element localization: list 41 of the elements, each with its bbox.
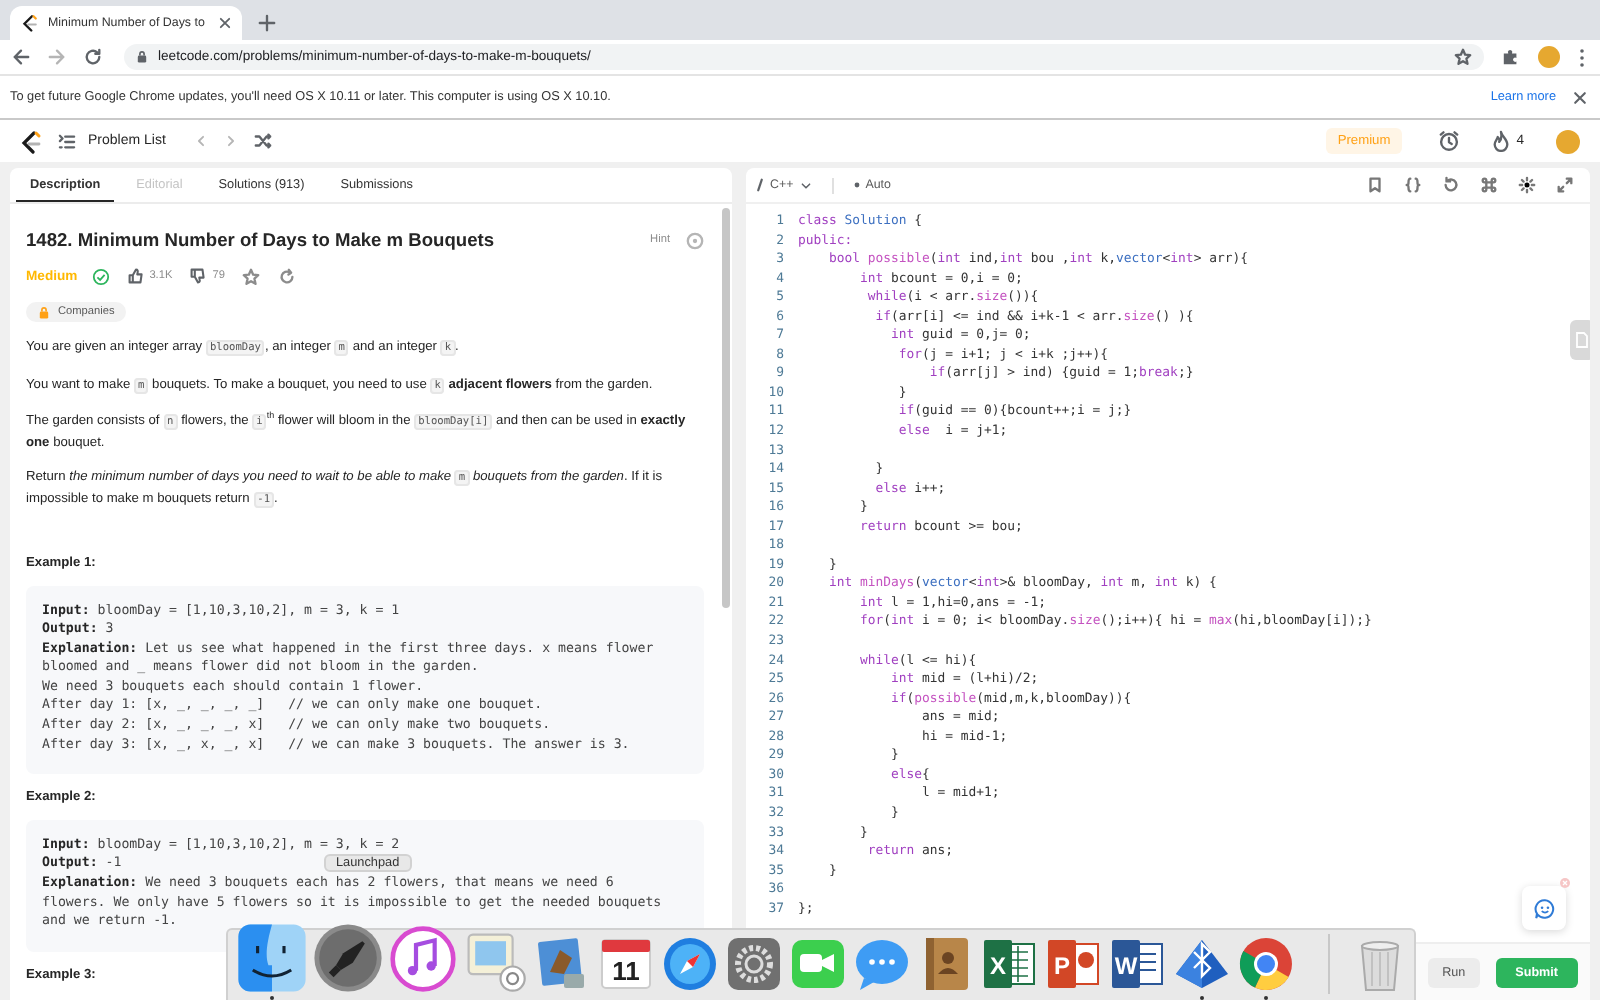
smiling-face-icon[interactable] [236, 922, 308, 994]
star-icon[interactable] [1454, 48, 1472, 66]
photos-stack-icon[interactable] [462, 928, 528, 994]
expand-icon[interactable] [1556, 176, 1574, 194]
smiley-face-icon [1533, 897, 1555, 919]
calendar-icon[interactable]: 11 [596, 934, 656, 994]
more-menu-icon[interactable] [1578, 47, 1586, 67]
reset-icon[interactable] [1442, 176, 1460, 194]
list-icon [58, 133, 76, 149]
lock-icon [136, 50, 148, 64]
problem-title: 1482. Minimum Number of Days to Make m Bouquets [26, 232, 495, 251]
scrollbar-thumb[interactable] [722, 208, 730, 608]
reload-icon[interactable] [84, 48, 102, 66]
rocket-icon[interactable] [312, 922, 384, 994]
dot-icon [853, 182, 860, 188]
close-icon[interactable] [1572, 89, 1588, 105]
music-note-icon[interactable] [388, 924, 458, 994]
back-arrow-icon[interactable] [12, 48, 30, 66]
feedback-button[interactable] [1522, 886, 1566, 930]
shuffle-icon[interactable] [253, 132, 272, 150]
chevron-down-icon [799, 179, 812, 191]
flame-icon[interactable] [1492, 130, 1511, 152]
braces-icon[interactable] [1404, 176, 1422, 194]
gear-icon[interactable] [724, 934, 784, 994]
star-icon[interactable] [242, 267, 261, 286]
command-key-icon[interactable] [1480, 176, 1498, 194]
share-icon[interactable] [278, 267, 297, 286]
slash-icon [756, 178, 764, 192]
alarm-clock-icon[interactable] [1438, 130, 1461, 152]
thumbs-down-icon [190, 268, 207, 285]
settings-icon[interactable] [1518, 176, 1536, 194]
lock-icon [38, 305, 50, 319]
logo-icon [20, 14, 38, 32]
close-icon[interactable] [218, 16, 232, 30]
puzzle-piece-icon[interactable] [1502, 48, 1520, 66]
bookmark-icon[interactable] [1366, 176, 1384, 194]
logo-icon[interactable] [18, 129, 42, 153]
compass-icon[interactable] [660, 934, 720, 994]
plus-icon[interactable] [258, 14, 276, 32]
thumbs-up-icon [127, 268, 144, 285]
tricolor-circle-icon[interactable] [1236, 934, 1296, 994]
